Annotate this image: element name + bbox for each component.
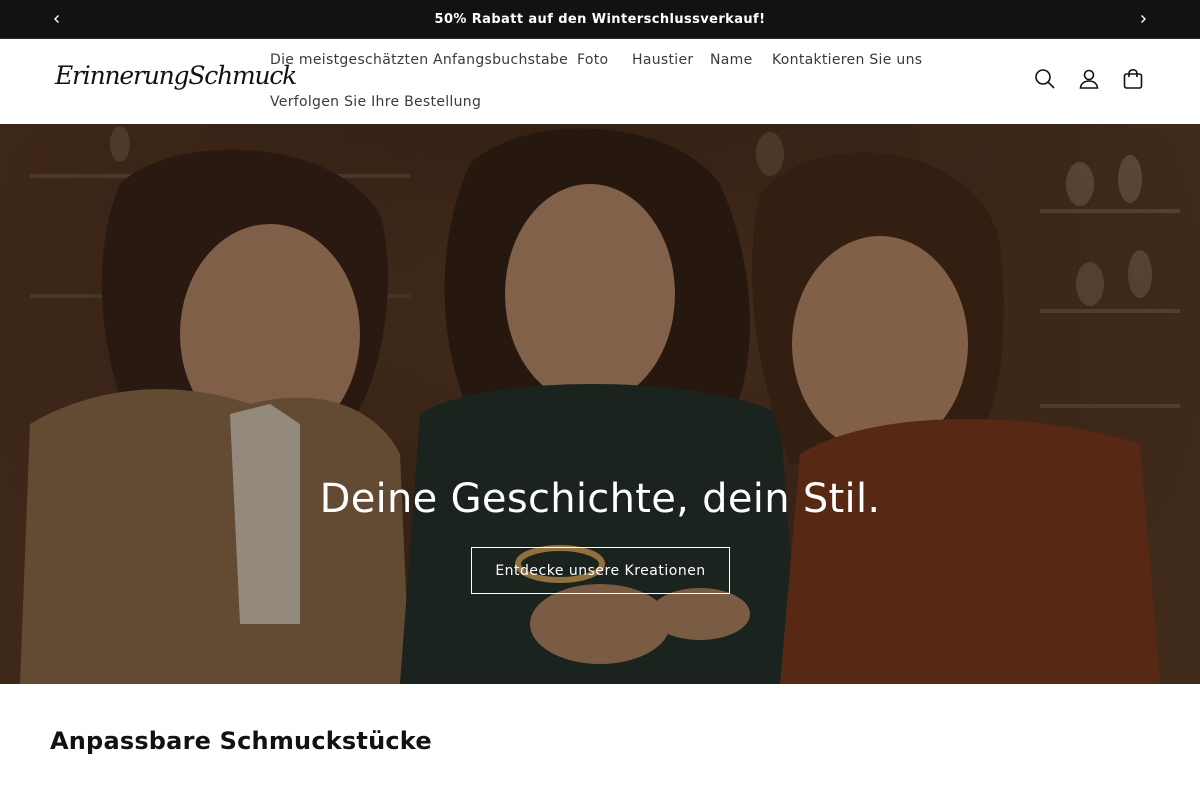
hero-image [0,124,1200,684]
logo[interactable]: ErinnerungSchmuck [55,61,297,90]
nav-item-photo[interactable]: Foto [577,52,608,68]
chevron-left-icon[interactable] [45,7,69,31]
discover-creations-button[interactable]: Entdecke unsere Kreationen [471,547,730,594]
account-icon[interactable] [1077,67,1101,91]
hero-title: Deine Geschichte, dein Stil. [319,476,881,522]
announcement-text: 50% Rabatt auf den Winterschlussverkauf! [434,11,766,27]
nav-item-track-order[interactable]: Verfolgen Sie Ihre Bestellung [270,94,481,110]
announcement-bar: 50% Rabatt auf den Winterschlussverkauf! [0,0,1200,39]
nav-item-initial[interactable]: Anfangsbuchstabe [433,52,568,68]
site-header: ErinnerungSchmuck Die meistgeschätzten A… [0,39,1200,124]
nav-item-name[interactable]: Name [710,52,753,68]
nav-item-most-valued[interactable]: Die meistgeschätzten [270,52,428,68]
nav-item-pet[interactable]: Haustier [632,52,693,68]
section-title: Anpassbare Schmuckstücke [50,727,432,755]
search-icon[interactable] [1033,67,1057,91]
header-icons [1033,67,1145,91]
cart-icon[interactable] [1121,67,1145,91]
chevron-right-icon[interactable] [1131,7,1155,31]
nav-item-contact[interactable]: Kontaktieren Sie uns [772,52,922,68]
hero-banner: Deine Geschichte, dein Stil. Entdecke un… [0,124,1200,684]
